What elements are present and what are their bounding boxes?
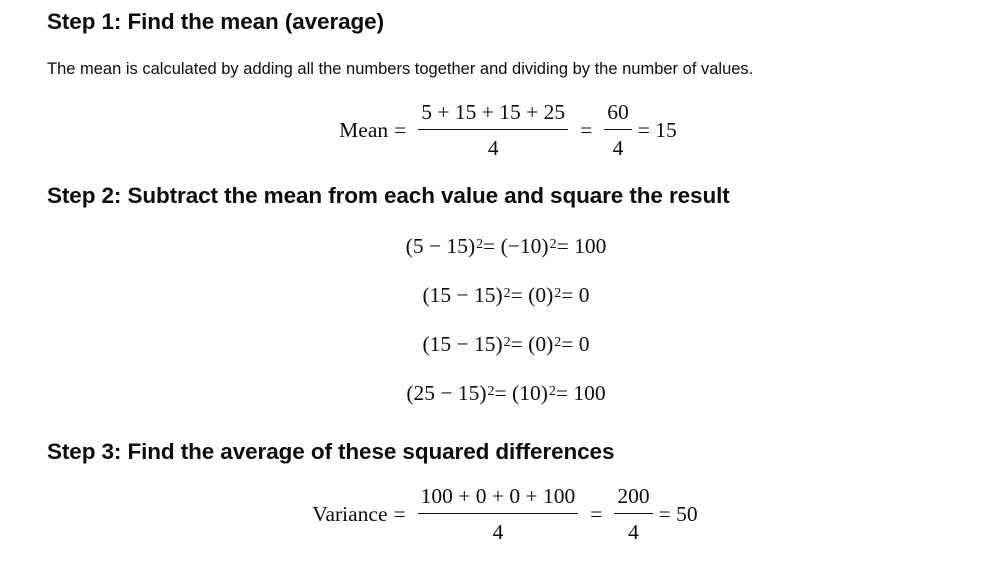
- equals-sign: =: [394, 117, 407, 142]
- difference-value: = (0): [510, 332, 554, 356]
- sum-denominator: 4: [487, 135, 499, 160]
- sum-numerator: 5 + 15 + 15 + 25: [418, 101, 569, 130]
- variance-formula: Variance = 100 + 0 + 0 + 100 4 = 200 4 =…: [4, 485, 1002, 544]
- squared-sum-fraction: 100 + 0 + 0 + 100 4: [417, 485, 579, 544]
- squared-total-fraction: 200 4: [614, 485, 653, 544]
- squared-sum-numerator: 100 + 0 + 0 + 100: [417, 485, 579, 514]
- mean-formula: Mean = 5 + 15 + 15 + 25 4 = 60 4 = 15: [7, 101, 1002, 160]
- equals-sign: =: [393, 501, 406, 526]
- step-2-heading: Step 2: Subtract the mean from each valu…: [47, 183, 730, 208]
- difference-expression: (25 − 15): [406, 381, 487, 405]
- variance-result: = 50: [658, 501, 698, 526]
- squared-result: = 0: [561, 283, 590, 307]
- squared-result: = 0: [561, 332, 590, 356]
- equals-sign: =: [590, 501, 603, 526]
- difference-expression: (5 − 15): [405, 234, 476, 258]
- squared-sum-denominator: 4: [492, 519, 504, 544]
- squared-difference-equation: (15 − 15) 2 = (0) 2 = 0: [422, 332, 590, 356]
- difference-value: = (0): [510, 283, 554, 307]
- mean-label: Mean: [339, 117, 389, 142]
- mean-explanation-text: The mean is calculated by adding all the…: [47, 60, 754, 78]
- squared-result: = 100: [556, 234, 607, 258]
- squared-difference-equation: (5 − 15) 2 = (−10) 2 = 100: [405, 234, 607, 258]
- mean-result: = 15: [637, 117, 677, 142]
- difference-value: = (−10): [483, 234, 549, 258]
- difference-expression: (15 − 15): [422, 283, 503, 307]
- squared-total-numerator: 200: [614, 485, 653, 514]
- equals-sign: =: [580, 117, 593, 142]
- squared-difference-equation: (25 − 15) 2 = (10) 2 = 100: [406, 381, 606, 405]
- squared-difference-equation: (15 − 15) 2 = (0) 2 = 0: [422, 283, 590, 307]
- difference-expression: (15 − 15): [422, 332, 503, 356]
- squared-result: = 100: [555, 381, 606, 405]
- step-1-heading: Step 1: Find the mean (average): [47, 9, 384, 34]
- squared-total-denominator: 4: [628, 519, 639, 544]
- total-numerator: 60: [604, 101, 632, 130]
- total-fraction: 60 4: [604, 101, 632, 160]
- variance-label: Variance: [312, 501, 388, 526]
- total-denominator: 4: [612, 135, 624, 160]
- step-3-heading: Step 3: Find the average of these square…: [47, 439, 615, 464]
- sum-fraction: 5 + 15 + 15 + 25 4: [418, 101, 569, 160]
- difference-value: = (10): [494, 381, 548, 405]
